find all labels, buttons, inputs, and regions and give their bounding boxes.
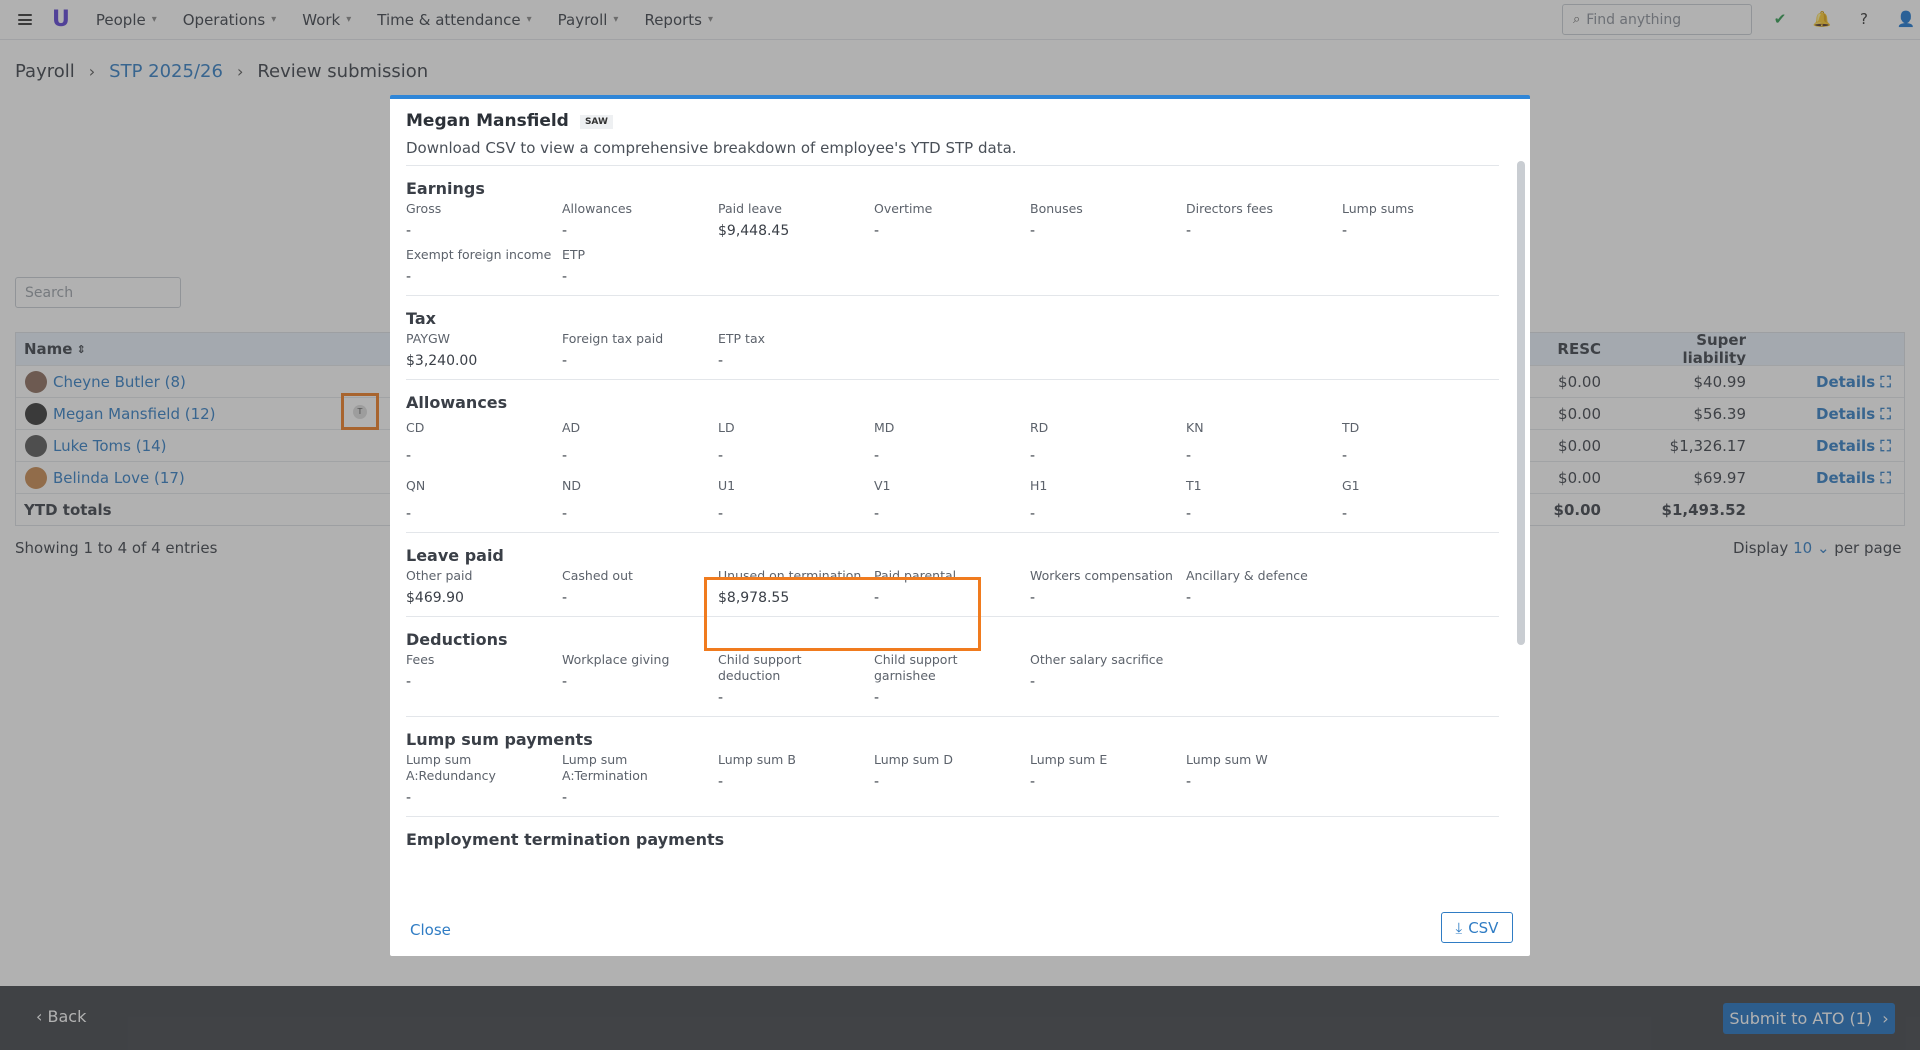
field-lump-sums: Lump sums - [1342,201,1414,239]
field-lump-sum-b: Lump sum B- [718,752,796,790]
field-paid-leave: Paid leave $9,448.45 [718,201,790,239]
field-workplace-giving: Workplace giving - [562,652,670,690]
field-lump-sum-a-redundancy: Lump sum A:Redundancy - [406,752,496,806]
field-workers-compensation: Workers compensation - [1030,568,1173,606]
section-title: Earnings [406,179,485,198]
field-bonuses: Bonuses - [1030,201,1083,239]
field-md: MD - [874,420,895,464]
close-button[interactable]: Close [410,921,451,939]
field-exempt-foreign-income: Exempt foreign income - [406,247,552,285]
section-title: Employment termination payments [406,830,725,849]
field-lump-sum-e: Lump sum E- [1030,752,1108,790]
field-rd: RD - [1030,420,1049,464]
field-g1: G1- [1342,478,1360,522]
earnings-section: Earnings Gross - Allowances - Paid leave $9… [406,165,1499,295]
section-title: Tax [406,309,436,328]
tax-section: Tax PAYGW $3,240.00 Foreign tax paid - ETP… [406,295,1499,379]
field-child-support-deduction: Child support deduction - [718,652,802,706]
field-other-salary-sacrifice: Other salary sacrifice - [1030,652,1164,690]
modal-description: Download CSV to view a comprehensive bre… [406,139,1017,157]
field-lump-sum-d: Lump sum D- [874,752,953,790]
field-t1: T1- [1186,478,1202,522]
field-etp: ETP - [562,247,586,285]
field-u1: U1- [718,478,736,522]
modal-scrollbar[interactable] [1517,161,1525,645]
field-h1: H1- [1030,478,1048,522]
employee-name: Megan Mansfield [406,111,569,131]
lump-sum-section: Lump sum payments Lump sum A:Redundancy -… [406,716,1499,816]
highlight-box [704,577,981,651]
ytd-details-modal: Megan Mansfield SAW Download CSV to view… [390,95,1530,956]
field-gross: Gross - [406,201,442,239]
download-icon: ⤓ [1455,918,1463,937]
field-kn: KN - [1186,420,1204,464]
field-foreign-tax: Foreign tax paid - [562,331,664,369]
field-td: TD - [1342,420,1360,464]
field-ld: LD - [718,420,735,464]
field-v1: V1- [874,478,891,522]
field-allowances: Allowances - [562,201,633,239]
field-lump-sum-a-termination: Lump sum A:Termination - [562,752,648,806]
section-title: Lump sum payments [406,730,593,749]
field-ancillary-defence: Ancillary & defence - [1186,568,1308,606]
field-fees: Fees - [406,652,435,690]
section-title: Allowances [406,393,508,412]
download-csv-button[interactable]: ⤓ CSV [1441,912,1513,943]
allowances-section: Allowances CD - AD - LD - MD - RD - KN - TD - Q… [406,379,1499,532]
field-child-support-garnishee: Child support garnishee - [874,652,958,706]
section-title: Leave paid [406,546,504,565]
field-paygw: PAYGW $3,240.00 [406,331,478,369]
field-overtime: Overtime - [874,201,933,239]
field-lump-sum-w: Lump sum W- [1186,752,1268,790]
field-directors-fees: Directors fees - [1186,201,1273,239]
field-etp-tax: ETP tax - [718,331,766,369]
employee-tag: SAW [579,114,613,129]
field-cashed-out: Cashed out - [562,568,633,606]
field-other-paid: Other paid $469.90 [406,568,473,606]
modal-scroll-area[interactable]: Earnings Gross - Allowances - Paid leave $9… [406,165,1499,889]
field-cd: CD - [406,420,425,464]
field-nd: ND - [562,478,581,522]
etp-section: Employment termination payments [406,816,1499,862]
field-qn: QN - [406,478,426,522]
field-ad: AD - [562,420,581,464]
